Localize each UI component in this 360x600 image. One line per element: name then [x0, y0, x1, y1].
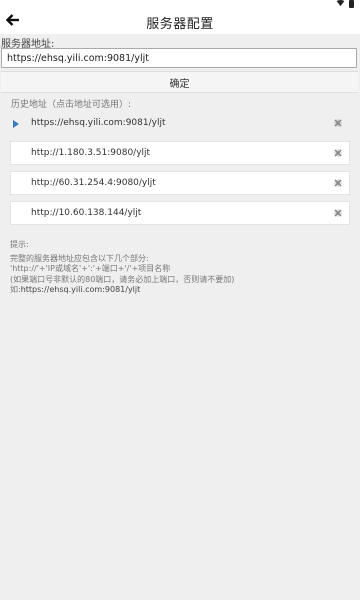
app-header: 服务器配置: [0, 8, 360, 34]
play-icon: [13, 120, 19, 128]
battery-icon: [349, 0, 354, 8]
delete-icon[interactable]: [333, 208, 343, 218]
delete-icon[interactable]: [333, 118, 343, 128]
page-title: 服务器配置: [146, 17, 214, 32]
hint-example-value: https://ehsq.yili.com:9081/yljt: [20, 285, 141, 294]
delete-icon[interactable]: [333, 178, 343, 188]
hint-line: 'http://'+'IP或域名'+':'+端口+'/'+项目名称: [10, 264, 171, 273]
history-url: http://60.31.254.4:9080/yljt: [31, 178, 156, 188]
server-address-input[interactable]: [1, 48, 357, 68]
status-bar: [0, 0, 360, 8]
history-item[interactable]: http://1.180.3.51:9080/yljt: [10, 141, 350, 165]
history-label: 历史地址（点击地址可选用）:: [11, 100, 132, 110]
history-item[interactable]: http://60.31.254.4:9080/yljt: [10, 171, 350, 195]
hint-example: 如:https://ehsq.yili.com:9081/yljt: [10, 285, 234, 296]
hint-section: 提示: 完整的服务器地址应包含以下几个部分: 'http://'+'IP或域名'…: [10, 240, 234, 296]
delete-icon[interactable]: [333, 148, 343, 158]
status-icons: [336, 0, 354, 8]
hint-title: 提示:: [10, 240, 29, 249]
wifi-icon: [336, 0, 345, 7]
confirm-button[interactable]: 确定: [1, 71, 358, 93]
hint-line: 完整的服务器地址应包含以下几个部分:: [10, 253, 149, 263]
history-url: http://1.180.3.51:9080/yljt: [31, 148, 151, 158]
history-url: http://10.60.138.144/yljt: [31, 208, 142, 218]
history-item[interactable]: https://ehsq.yili.com:9081/yljt: [10, 111, 350, 135]
hint-example-label: 如:: [10, 285, 21, 294]
history-url: https://ehsq.yili.com:9081/yljt: [31, 118, 166, 128]
history-item[interactable]: http://10.60.138.144/yljt: [10, 201, 350, 225]
hint-line: (如果端口号非默认的80端口，请务必加上端口，否则请不要加): [10, 274, 235, 284]
